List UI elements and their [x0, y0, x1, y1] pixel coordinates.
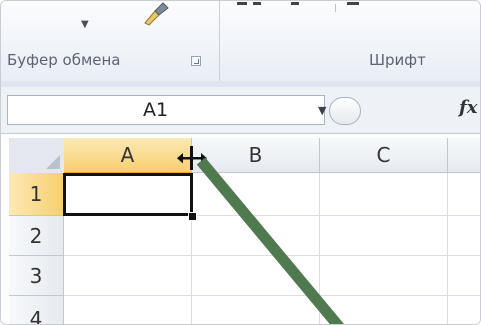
- column-header-a[interactable]: A: [64, 138, 192, 173]
- cell-b1[interactable]: [192, 173, 320, 216]
- column-header-b[interactable]: B: [192, 138, 320, 173]
- cell-b3[interactable]: [192, 256, 320, 296]
- cell-a2[interactable]: [64, 216, 192, 256]
- column-header-c[interactable]: C: [320, 138, 448, 173]
- active-cell-border: [63, 173, 193, 216]
- select-all-triangle-icon: [46, 155, 60, 169]
- cell-a4[interactable]: [64, 296, 192, 324]
- paste-dropdown-arrow-icon[interactable]: ▼: [81, 19, 89, 30]
- cell-d2[interactable]: [448, 216, 480, 256]
- cell-c1[interactable]: [320, 173, 448, 216]
- cell-d4[interactable]: [448, 296, 480, 324]
- column-header-d[interactable]: [448, 138, 480, 173]
- row-header-1[interactable]: 1: [9, 173, 64, 216]
- font-format-buttons[interactable]: [231, 1, 361, 12]
- excel-window: ▼ Буфер обмена Шрифт A1 ▼ fx A B C 1 2 3…: [0, 0, 481, 325]
- cell-b4[interactable]: [192, 296, 320, 324]
- formula-bar: A1 ▼ fx: [1, 87, 480, 134]
- row-header-2[interactable]: 2: [9, 216, 64, 256]
- cell-c3[interactable]: [320, 256, 448, 296]
- select-all-button[interactable]: [9, 138, 65, 174]
- bold-italic-underline-icon: [237, 2, 359, 12]
- formula-bar-button[interactable]: [329, 97, 361, 125]
- name-box[interactable]: A1 ▼: [7, 95, 326, 125]
- row-header-4[interactable]: 4: [9, 296, 64, 324]
- cell-c4[interactable]: [320, 296, 448, 324]
- worksheet-grid: A B C 1 2 3 4: [1, 134, 480, 324]
- fill-handle[interactable]: [188, 212, 197, 221]
- cell-a3[interactable]: [64, 256, 192, 296]
- cell-b2[interactable]: [192, 216, 320, 256]
- cell-d3[interactable]: [448, 256, 480, 296]
- column-resize-cursor-icon: [177, 146, 207, 170]
- cell-d1[interactable]: [448, 173, 480, 216]
- cell-c2[interactable]: [320, 216, 448, 256]
- ribbon: ▼ Буфер обмена Шрифт: [1, 1, 480, 82]
- row-header-3[interactable]: 3: [9, 256, 64, 296]
- insert-function-icon[interactable]: fx: [459, 97, 477, 118]
- font-group-label: Шрифт: [369, 51, 426, 69]
- chevron-down-icon[interactable]: ▼: [318, 104, 326, 117]
- name-box-value: A1: [143, 99, 169, 121]
- format-painter-icon[interactable]: [141, 1, 171, 27]
- clipboard-group-label: Буфер обмена: [7, 51, 121, 69]
- dialog-launcher-icon[interactable]: [191, 56, 201, 66]
- ribbon-group-separator: [219, 1, 220, 81]
